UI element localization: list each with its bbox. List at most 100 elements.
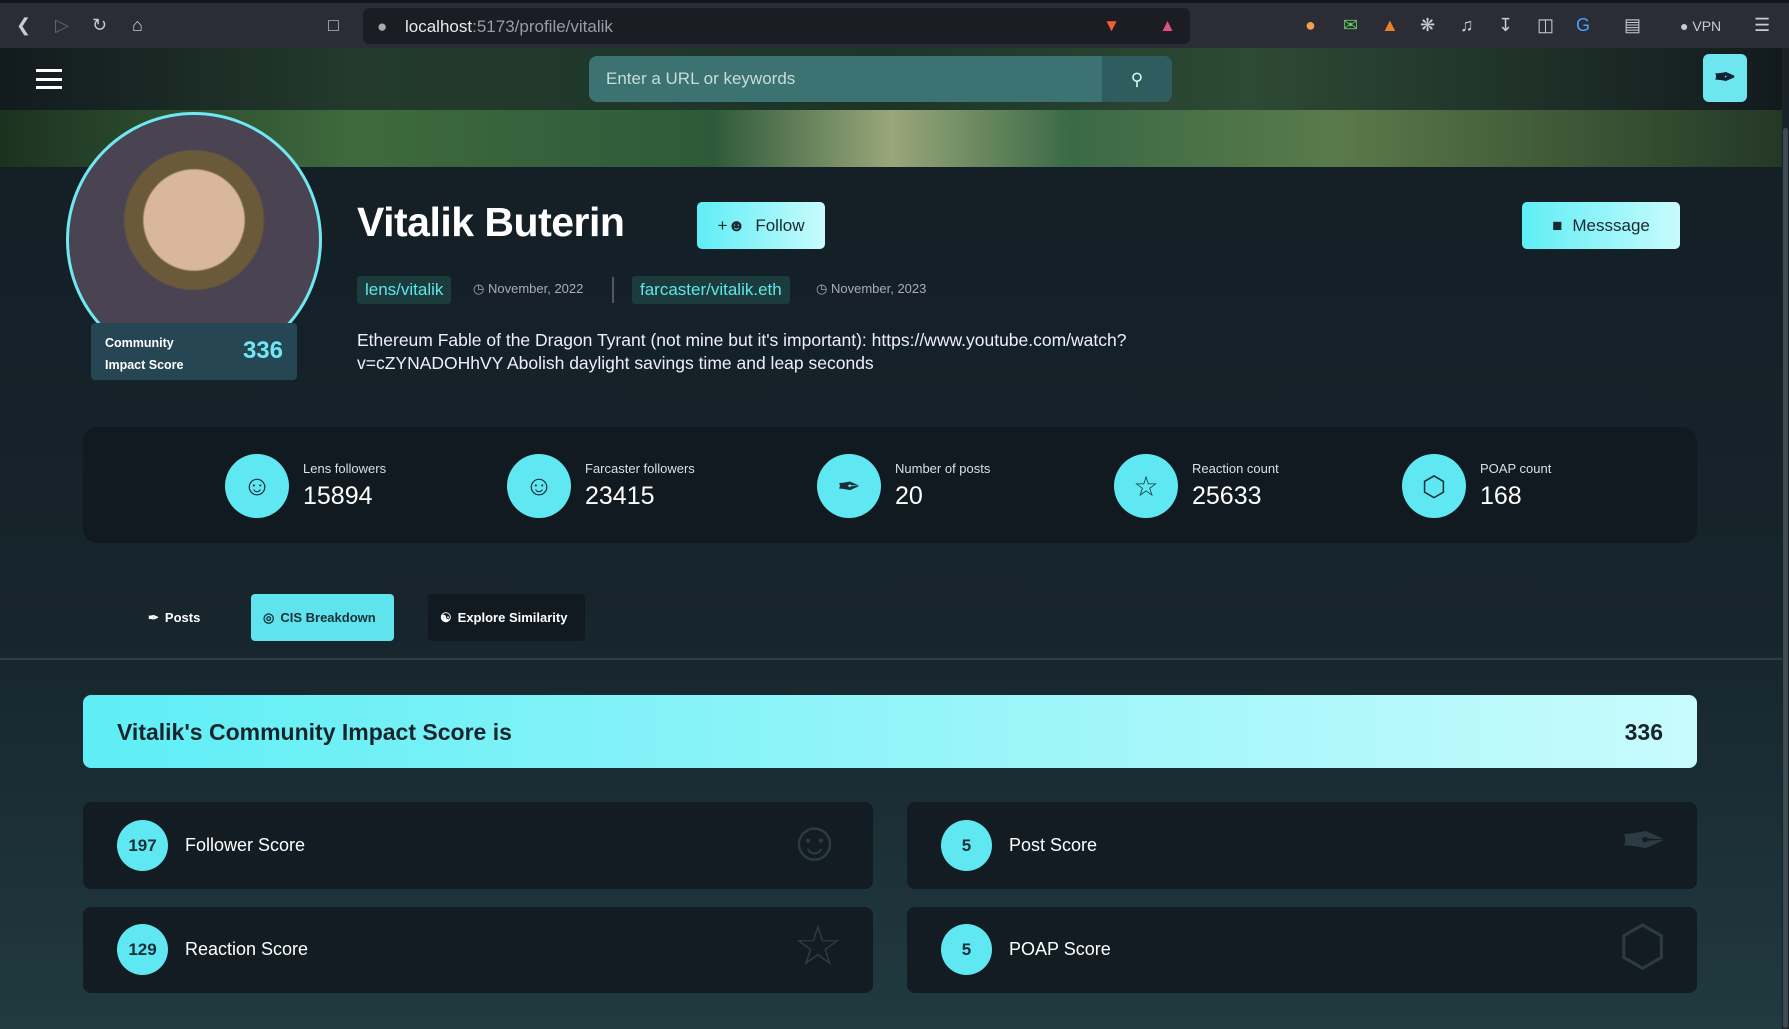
score-value: 129	[117, 924, 168, 975]
search-icon: ⚲	[1130, 70, 1144, 89]
vpn-button[interactable]: ● VPN	[1680, 18, 1721, 34]
score-value: 197	[117, 820, 168, 871]
cis-summary-value: 336	[1624, 719, 1663, 745]
stat-value: 25633	[1192, 482, 1262, 510]
extension-icon[interactable]: ✉	[1343, 15, 1358, 36]
users-icon: ☺	[507, 454, 571, 518]
cis-badge: Community Impact Score 336	[91, 323, 297, 380]
bookmark-icon[interactable]: □	[328, 15, 339, 36]
add-user-icon: +☻	[717, 215, 746, 235]
score-label: Reaction Score	[185, 939, 309, 959]
similarity-icon: ☯	[440, 609, 452, 625]
metamask-icon[interactable]: ▲	[1381, 15, 1399, 36]
menu-icon[interactable]: ☰	[1754, 15, 1770, 36]
clock-icon: ◷	[473, 281, 485, 296]
stat-label: Number of posts	[895, 461, 991, 476]
feather-icon: ✒	[1620, 809, 1667, 872]
search-input[interactable]: Enter a URL or keywords ⚲	[589, 56, 1172, 102]
chat-icon: ■	[1552, 215, 1563, 235]
profile-bio: Ethereum Fable of the Dragon Tyrant (not…	[357, 330, 1127, 373]
hamburger-menu-icon[interactable]	[36, 69, 62, 89]
farcaster-handle-tag[interactable]: farcaster/vitalik.eth	[632, 276, 790, 304]
farcaster-date-text: November, 2023	[830, 281, 927, 296]
stat-posts: ✒ Number of posts 20	[817, 454, 990, 518]
message-label: Messsage	[1572, 215, 1650, 235]
tab-label: CIS Breakdown	[280, 610, 376, 625]
stat-poap: ⬡ POAP count 168	[1402, 454, 1551, 518]
scrollbar[interactable]	[1782, 48, 1789, 1029]
reload-icon[interactable]: ↻	[92, 15, 107, 36]
extensions-icon[interactable]: ❋	[1420, 15, 1435, 36]
compose-logo-icon[interactable]: ✒	[1703, 54, 1747, 102]
stat-label: Reaction count	[1192, 461, 1279, 476]
stat-value: 20	[895, 482, 923, 510]
extension-icon[interactable]: ●	[1305, 15, 1316, 36]
scrollbar-thumb[interactable]	[1783, 128, 1788, 1028]
poap-score-card: 5 POAP Score ⬡	[907, 907, 1697, 993]
address-bar[interactable]: ● localhost:5173/profile/vitalik ▼ ▲	[363, 8, 1190, 44]
profile-name: Vitalik Buterin	[357, 199, 625, 245]
score-label: POAP Score	[1009, 939, 1111, 959]
cis-value: 336	[242, 337, 283, 364]
sidebar-icon[interactable]: ◫	[1537, 15, 1554, 36]
home-icon[interactable]: ⌂	[132, 15, 143, 36]
clock-icon: ◷	[816, 281, 828, 296]
lens-handle-tag[interactable]: lens/vitalik	[357, 276, 452, 304]
tab-cis-breakdown[interactable]: ◎ CIS Breakdown	[251, 594, 394, 641]
download-icon[interactable]: ↧	[1498, 15, 1513, 36]
site-info-icon[interactable]: ●	[377, 17, 387, 37]
reaction-score-card: 129 Reaction Score ☆	[83, 907, 873, 993]
post-score-card: 5 Post Score ✒	[907, 802, 1697, 889]
vpn-label: VPN	[1692, 18, 1722, 34]
hexagon-icon: ⬡	[1402, 454, 1466, 518]
url-host: localhost	[405, 17, 473, 36]
tab-label: Explore Similarity	[457, 610, 568, 625]
lens-date: ◷ November, 2022	[473, 281, 583, 297]
score-value: 5	[941, 924, 992, 975]
follow-button[interactable]: +☻ Follow	[697, 202, 825, 249]
stat-value: 23415	[585, 482, 655, 510]
media-icon[interactable]: ♫	[1460, 15, 1474, 36]
search-placeholder: Enter a URL or keywords	[606, 69, 796, 88]
tab-posts[interactable]: ✒ Posts	[136, 594, 212, 641]
users-icon: ☺	[225, 454, 289, 518]
search-button[interactable]: ⚲	[1102, 56, 1172, 102]
message-button[interactable]: ■ Messsage	[1522, 202, 1680, 249]
tab-explore-similarity[interactable]: ☯ Explore Similarity	[428, 594, 585, 641]
stat-lens-followers: ☺ Lens followers 15894	[225, 454, 386, 518]
star-icon: ☆	[792, 914, 843, 977]
cis-summary-banner: Vitalik's Community Impact Score is 336	[83, 695, 1697, 768]
forward-icon[interactable]: ▷	[55, 15, 69, 36]
stat-label: Farcaster followers	[585, 461, 695, 476]
cis-summary-title: Vitalik's Community Impact Score is	[117, 719, 512, 745]
target-icon: ◎	[263, 609, 275, 625]
wallet-icon[interactable]: ▤	[1624, 15, 1641, 36]
stat-label: POAP count	[1480, 461, 1552, 476]
score-label: Follower Score	[185, 835, 306, 855]
brave-shield-icon[interactable]: ▼	[1103, 16, 1120, 36]
score-label: Post Score	[1009, 835, 1098, 855]
url-path: :5173/profile/vitalik	[472, 17, 613, 36]
tab-label: Posts	[164, 610, 201, 625]
farcaster-date: ◷ November, 2023	[816, 281, 926, 297]
feather-icon: ✒	[817, 454, 881, 518]
stat-value: 168	[1480, 482, 1522, 510]
star-icon: ☆	[1114, 454, 1178, 518]
stat-label: Lens followers	[303, 461, 387, 476]
hexagon-icon: ⬡	[1618, 914, 1667, 977]
feather-icon: ✒	[148, 609, 159, 625]
divider	[612, 277, 614, 303]
lens-date-text: November, 2022	[487, 281, 584, 296]
follow-label: Follow	[755, 215, 805, 235]
profile-icon[interactable]: G	[1576, 15, 1590, 36]
stat-value: 15894	[303, 482, 373, 510]
back-icon[interactable]: ❮	[16, 15, 31, 36]
follower-score-card: 197 Follower Score ☺	[83, 802, 873, 889]
cis-label: Community	[105, 336, 174, 350]
brave-rewards-icon[interactable]: ▲	[1159, 16, 1176, 36]
stat-farcaster-followers: ☺ Farcaster followers 23415	[507, 454, 695, 518]
cis-label: Impact Score	[105, 358, 184, 372]
users-icon: ☺	[785, 809, 843, 872]
stat-reactions: ☆ Reaction count 25633	[1114, 454, 1279, 518]
divider	[0, 658, 1782, 660]
